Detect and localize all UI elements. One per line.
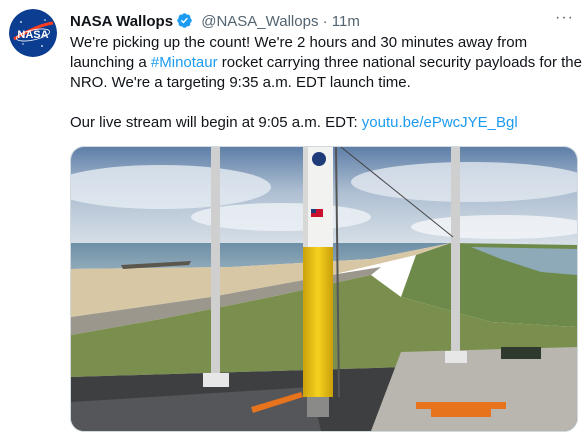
hashtag-link[interactable]: #Minotaur bbox=[151, 54, 218, 71]
tweet-paragraph-2: Our live stream will begin at 9:05 a.m. … bbox=[70, 113, 582, 133]
tweet-text-part: Our live stream will begin at 9:05 a.m. … bbox=[70, 114, 362, 131]
rocket-launch-photo bbox=[71, 147, 577, 431]
tweet-text: We're picking up the count! We're 2 hour… bbox=[70, 33, 582, 133]
more-options-icon[interactable]: ··· bbox=[555, 8, 574, 28]
tweet-photo[interactable] bbox=[70, 146, 578, 432]
separator-dot: · bbox=[322, 13, 328, 30]
author-name[interactable]: NASA Wallops bbox=[70, 13, 173, 30]
author-handle[interactable]: @NASA_Wallops bbox=[201, 13, 318, 30]
timestamp[interactable]: 11m bbox=[332, 13, 360, 30]
tweet-paragraph-1: We're picking up the count! We're 2 hour… bbox=[70, 33, 582, 93]
tweet-header: NASA Wallops @NASA_Wallops · 11m ··· bbox=[70, 9, 574, 32]
avatar[interactable]: NASA bbox=[9, 9, 57, 57]
svg-text:NASA: NASA bbox=[17, 29, 48, 41]
nasa-logo-icon: NASA bbox=[9, 9, 57, 57]
youtube-link[interactable]: youtu.be/ePwcJYE_Bgl bbox=[362, 114, 518, 131]
verified-badge-icon bbox=[177, 13, 192, 28]
